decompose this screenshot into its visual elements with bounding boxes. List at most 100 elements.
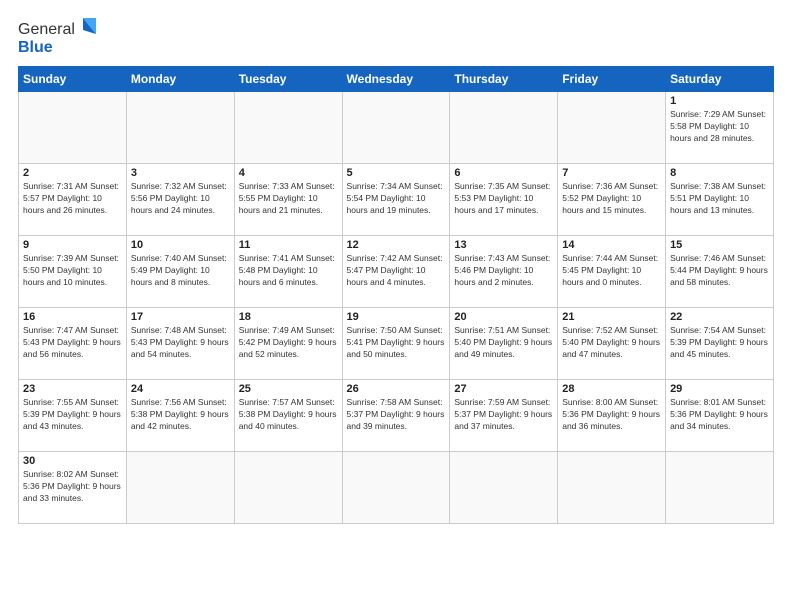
weekday-header-wednesday: Wednesday (342, 67, 450, 92)
calendar-cell (666, 452, 774, 524)
calendar-cell: 10Sunrise: 7:40 AM Sunset: 5:49 PM Dayli… (126, 236, 234, 308)
cell-day-number: 5 (347, 167, 446, 179)
cell-day-number: 24 (131, 383, 230, 395)
cell-info-text: Sunrise: 7:55 AM Sunset: 5:39 PM Dayligh… (23, 397, 122, 433)
svg-text:General: General (18, 21, 75, 38)
cell-info-text: Sunrise: 7:49 AM Sunset: 5:42 PM Dayligh… (239, 325, 338, 361)
cell-day-number: 14 (562, 239, 661, 251)
calendar-cell (450, 452, 558, 524)
header: GeneralBlue (18, 16, 774, 56)
weekday-header-tuesday: Tuesday (234, 67, 342, 92)
cell-info-text: Sunrise: 7:42 AM Sunset: 5:47 PM Dayligh… (347, 253, 446, 289)
calendar-cell (126, 452, 234, 524)
cell-info-text: Sunrise: 7:34 AM Sunset: 5:54 PM Dayligh… (347, 181, 446, 217)
cell-info-text: Sunrise: 7:52 AM Sunset: 5:40 PM Dayligh… (562, 325, 661, 361)
weekday-header-monday: Monday (126, 67, 234, 92)
calendar-week-row: 23 Sunrise: 7:55 AM Sunset: 5:39 PM Dayli… (19, 380, 774, 452)
calendar-cell: 21 Sunrise: 7:52 AM Sunset: 5:40 PM Dayli… (558, 308, 666, 380)
calendar-week-row: 30 Sunrise: 8:02 AM Sunset: 5:36 PM Dayli… (19, 452, 774, 524)
calendar-cell: 15 Sunrise: 7:46 AM Sunset: 5:44 PM Dayli… (666, 236, 774, 308)
calendar-cell: 12Sunrise: 7:42 AM Sunset: 5:47 PM Dayli… (342, 236, 450, 308)
calendar-cell: 19Sunrise: 7:50 AM Sunset: 5:41 PM Dayli… (342, 308, 450, 380)
calendar-cell: 5 Sunrise: 7:34 AM Sunset: 5:54 PM Daylig… (342, 164, 450, 236)
cell-info-text: Sunrise: 7:58 AM Sunset: 5:37 PM Dayligh… (347, 397, 446, 433)
calendar-cell: 29Sunrise: 8:01 AM Sunset: 5:36 PM Dayli… (666, 380, 774, 452)
weekday-header-row: SundayMondayTuesdayWednesdayThursdayFrid… (19, 67, 774, 92)
weekday-header-friday: Friday (558, 67, 666, 92)
cell-day-number: 11 (239, 239, 338, 251)
cell-day-number: 8 (670, 167, 769, 179)
calendar-cell: 24 Sunrise: 7:56 AM Sunset: 5:38 PM Dayli… (126, 380, 234, 452)
calendar-cell (126, 92, 234, 164)
calendar-cell: 13 Sunrise: 7:43 AM Sunset: 5:46 PM Dayli… (450, 236, 558, 308)
cell-info-text: Sunrise: 7:46 AM Sunset: 5:44 PM Dayligh… (670, 253, 769, 289)
calendar-cell (234, 92, 342, 164)
calendar-cell: 27Sunrise: 7:59 AM Sunset: 5:37 PM Dayli… (450, 380, 558, 452)
cell-day-number: 3 (131, 167, 230, 179)
cell-day-number: 16 (23, 311, 122, 323)
calendar-cell: 4Sunrise: 7:33 AM Sunset: 5:55 PM Daylig… (234, 164, 342, 236)
cell-day-number: 19 (347, 311, 446, 323)
calendar-body: 1Sunrise: 7:29 AM Sunset: 5:58 PM Daylig… (19, 92, 774, 524)
page: GeneralBlue SundayMondayTuesdayWednesday… (0, 0, 792, 612)
calendar-cell: 30 Sunrise: 8:02 AM Sunset: 5:36 PM Dayli… (19, 452, 127, 524)
cell-day-number: 1 (670, 95, 769, 107)
calendar-cell: 6 Sunrise: 7:35 AM Sunset: 5:53 PM Daylig… (450, 164, 558, 236)
calendar-header: SundayMondayTuesdayWednesdayThursdayFrid… (19, 67, 774, 92)
cell-info-text: Sunrise: 7:41 AM Sunset: 5:48 PM Dayligh… (239, 253, 338, 289)
cell-day-number: 6 (454, 167, 553, 179)
calendar-cell: 23 Sunrise: 7:55 AM Sunset: 5:39 PM Dayli… (19, 380, 127, 452)
weekday-header-sunday: Sunday (19, 67, 127, 92)
calendar-cell: 26Sunrise: 7:58 AM Sunset: 5:37 PM Dayli… (342, 380, 450, 452)
cell-info-text: Sunrise: 7:57 AM Sunset: 5:38 PM Dayligh… (239, 397, 338, 433)
calendar-cell: 25 Sunrise: 7:57 AM Sunset: 5:38 PM Dayli… (234, 380, 342, 452)
cell-day-number: 2 (23, 167, 122, 179)
cell-day-number: 30 (23, 455, 122, 467)
calendar-cell: 7 Sunrise: 7:36 AM Sunset: 5:52 PM Daylig… (558, 164, 666, 236)
calendar-week-row: 9Sunrise: 7:39 AM Sunset: 5:50 PM Daylig… (19, 236, 774, 308)
calendar-cell (450, 92, 558, 164)
cell-info-text: Sunrise: 7:35 AM Sunset: 5:53 PM Dayligh… (454, 181, 553, 217)
cell-info-text: Sunrise: 7:38 AM Sunset: 5:51 PM Dayligh… (670, 181, 769, 217)
cell-info-text: Sunrise: 7:33 AM Sunset: 5:55 PM Dayligh… (239, 181, 338, 217)
calendar-cell: 11 Sunrise: 7:41 AM Sunset: 5:48 PM Dayli… (234, 236, 342, 308)
cell-info-text: Sunrise: 7:36 AM Sunset: 5:52 PM Dayligh… (562, 181, 661, 217)
calendar-cell: 18 Sunrise: 7:49 AM Sunset: 5:42 PM Dayli… (234, 308, 342, 380)
cell-info-text: Sunrise: 7:48 AM Sunset: 5:43 PM Dayligh… (131, 325, 230, 361)
cell-day-number: 28 (562, 383, 661, 395)
calendar-cell: 16Sunrise: 7:47 AM Sunset: 5:43 PM Dayli… (19, 308, 127, 380)
calendar-week-row: 1Sunrise: 7:29 AM Sunset: 5:58 PM Daylig… (19, 92, 774, 164)
cell-day-number: 23 (23, 383, 122, 395)
cell-info-text: Sunrise: 7:54 AM Sunset: 5:39 PM Dayligh… (670, 325, 769, 361)
weekday-header-thursday: Thursday (450, 67, 558, 92)
cell-day-number: 18 (239, 311, 338, 323)
calendar-cell (19, 92, 127, 164)
cell-day-number: 15 (670, 239, 769, 251)
cell-day-number: 25 (239, 383, 338, 395)
cell-day-number: 17 (131, 311, 230, 323)
cell-day-number: 9 (23, 239, 122, 251)
cell-info-text: Sunrise: 7:51 AM Sunset: 5:40 PM Dayligh… (454, 325, 553, 361)
cell-day-number: 29 (670, 383, 769, 395)
calendar-cell: 22Sunrise: 7:54 AM Sunset: 5:39 PM Dayli… (666, 308, 774, 380)
calendar-cell: 28 Sunrise: 8:00 AM Sunset: 5:36 PM Dayli… (558, 380, 666, 452)
cell-info-text: Sunrise: 8:02 AM Sunset: 5:36 PM Dayligh… (23, 469, 122, 505)
calendar-cell: 8 Sunrise: 7:38 AM Sunset: 5:51 PM Daylig… (666, 164, 774, 236)
cell-info-text: Sunrise: 8:00 AM Sunset: 5:36 PM Dayligh… (562, 397, 661, 433)
calendar-cell (558, 452, 666, 524)
cell-info-text: Sunrise: 7:32 AM Sunset: 5:56 PM Dayligh… (131, 181, 230, 217)
cell-info-text: Sunrise: 7:43 AM Sunset: 5:46 PM Dayligh… (454, 253, 553, 289)
calendar-week-row: 16Sunrise: 7:47 AM Sunset: 5:43 PM Dayli… (19, 308, 774, 380)
cell-day-number: 20 (454, 311, 553, 323)
calendar-cell: 17 Sunrise: 7:48 AM Sunset: 5:43 PM Dayli… (126, 308, 234, 380)
calendar-cell (234, 452, 342, 524)
cell-info-text: Sunrise: 7:56 AM Sunset: 5:38 PM Dayligh… (131, 397, 230, 433)
calendar-cell: 3 Sunrise: 7:32 AM Sunset: 5:56 PM Daylig… (126, 164, 234, 236)
cell-day-number: 21 (562, 311, 661, 323)
cell-day-number: 7 (562, 167, 661, 179)
cell-day-number: 13 (454, 239, 553, 251)
calendar-cell: 14 Sunrise: 7:44 AM Sunset: 5:45 PM Dayli… (558, 236, 666, 308)
cell-info-text: Sunrise: 7:44 AM Sunset: 5:45 PM Dayligh… (562, 253, 661, 289)
calendar-cell (342, 452, 450, 524)
weekday-header-saturday: Saturday (666, 67, 774, 92)
